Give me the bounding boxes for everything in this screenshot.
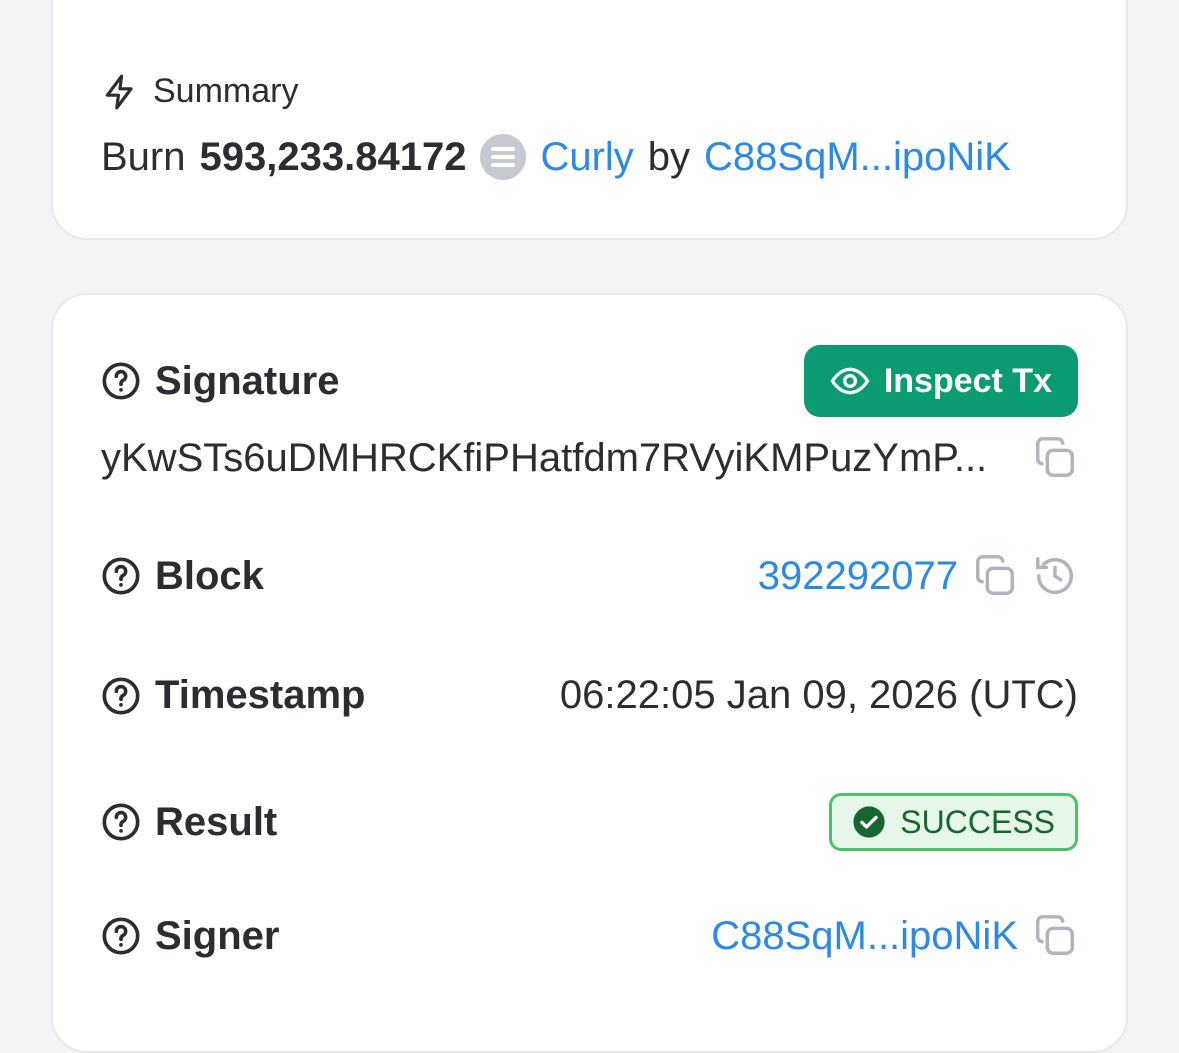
token-link[interactable]: Curly [540,135,633,180]
signature-label: Signature [155,358,340,403]
lightning-icon [105,74,133,109]
timestamp-label-group: Timestamp [101,673,365,718]
account-link[interactable]: C88SqM...ipoNiK [704,135,1011,180]
copy-icon[interactable] [1032,913,1078,959]
help-icon[interactable] [101,556,141,596]
signer-value-group: C88SqM...ipoNiK [711,913,1078,959]
summary-card: Summary Burn 593,233.84172 Curly by C88S… [51,0,1128,240]
action-text: Burn [101,134,186,179]
result-label-group: Result [101,800,277,845]
signature-label-group: Signature [101,359,339,404]
help-icon[interactable] [101,676,141,716]
result-row: Result SUCCESS [101,793,1078,851]
summary-description: Burn 593,233.84172 Curly by C88SqM...ipo… [101,134,1011,180]
timestamp-row: Timestamp 06:22:05 Jan 09, 2026 (UTC) [101,673,1078,718]
summary-title: Summary [153,72,299,110]
eye-icon [830,367,870,395]
copy-icon[interactable] [972,553,1018,599]
history-icon[interactable] [1032,553,1078,599]
status-badge: SUCCESS [829,793,1078,851]
copy-icon[interactable] [1032,435,1078,481]
block-link[interactable]: 392292077 [758,554,958,599]
summary-header: Summary [101,72,298,111]
help-icon[interactable] [101,802,141,842]
burn-amount: 593,233.84172 [199,134,467,179]
help-icon[interactable] [101,361,141,401]
block-value-group: 392292077 [758,553,1078,599]
timestamp-label: Timestamp [155,673,366,717]
signature-row: Signature Inspect Tx [101,345,1078,417]
block-label: Block [155,553,264,598]
by-text: by [647,134,691,179]
check-circle-icon [853,806,885,838]
signer-row: Signer C88SqM...ipoNiK [101,913,1078,959]
signer-link[interactable]: C88SqM...ipoNiK [711,914,1018,959]
inspect-tx-button[interactable]: Inspect Tx [803,345,1078,417]
timestamp-value-group: 06:22:05 Jan 09, 2026 (UTC) [560,673,1078,718]
details-card: Signature Inspect Tx yKwSTs6uDMHRCKfiPHa… [51,293,1128,1053]
block-row: Block 392292077 [101,553,1078,599]
signer-label-group: Signer [101,914,279,959]
signature-value-row: yKwSTs6uDMHRCKfiPHatfdm7RVyiKMPuzYmP... [101,435,1078,481]
result-label: Result [155,799,278,844]
inspect-tx-label: Inspect Tx [883,361,1052,400]
timestamp-value: 06:22:05 Jan 09, 2026 (UTC) [559,673,1078,717]
block-label-group: Block [101,554,264,599]
signer-label: Signer [155,913,280,958]
help-icon[interactable] [101,916,141,956]
signature-value: yKwSTs6uDMHRCKfiPHatfdm7RVyiKMPuzYmP... [101,435,988,480]
token-icon [480,134,527,180]
status-text: SUCCESS [900,803,1055,840]
